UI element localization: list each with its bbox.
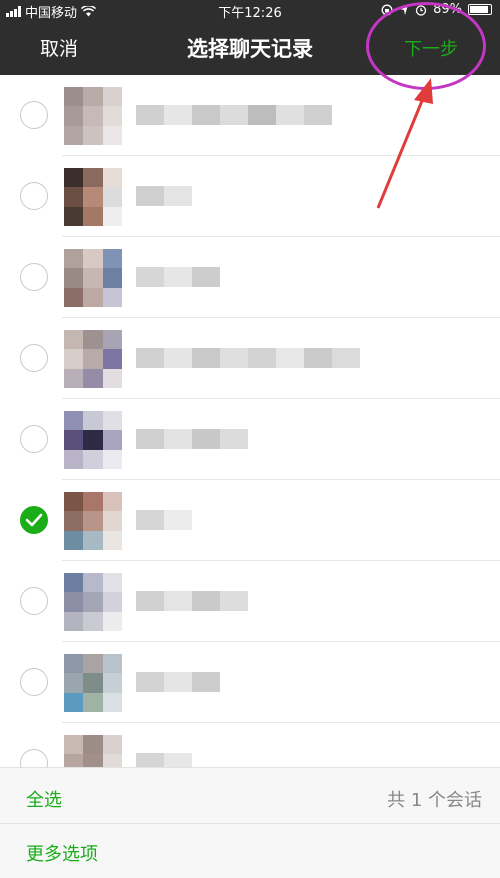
more-options-button[interactable]: 更多选项	[26, 840, 98, 866]
chat-row[interactable]	[0, 237, 500, 318]
chat-name-blurred	[136, 267, 220, 287]
avatar	[64, 168, 122, 226]
chat-row[interactable]	[0, 561, 500, 642]
orientation-lock-icon	[381, 4, 393, 15]
chat-row[interactable]	[0, 642, 500, 723]
radio-button[interactable]	[20, 263, 48, 291]
battery-percent: 89%	[433, 2, 462, 17]
chat-row[interactable]	[0, 318, 500, 399]
status-bar: 中国移动 下午12:26 89%	[0, 0, 500, 21]
alarm-icon	[415, 4, 427, 16]
chat-name-blurred	[136, 429, 248, 449]
select-all-button[interactable]: 全选	[26, 786, 62, 812]
radio-button[interactable]	[20, 425, 48, 453]
avatar	[64, 330, 122, 388]
battery-icon	[468, 4, 492, 15]
chat-name-blurred	[136, 186, 192, 206]
divider	[0, 823, 500, 824]
top-bar: 中国移动 下午12:26 89% 取消 选择聊天记录 下一步	[0, 0, 500, 75]
bottom-bar: 全选 共 1 个会话 更多选项	[0, 767, 500, 878]
radio-button[interactable]	[20, 587, 48, 615]
chat-row[interactable]	[0, 75, 500, 156]
radio-button[interactable]	[20, 344, 48, 372]
radio-button[interactable]	[20, 101, 48, 129]
chat-name-blurred	[136, 753, 192, 767]
avatar	[64, 411, 122, 469]
chat-name-blurred	[136, 672, 220, 692]
chat-name-blurred	[136, 105, 332, 125]
avatar	[64, 573, 122, 631]
radio-button[interactable]	[20, 749, 48, 767]
selected-count: 共 1 个会话	[387, 790, 482, 811]
chat-list	[0, 75, 500, 767]
avatar	[64, 654, 122, 712]
avatar	[64, 735, 122, 767]
chat-row[interactable]	[0, 723, 500, 767]
chat-name-blurred	[136, 510, 192, 530]
avatar	[64, 492, 122, 550]
radio-button[interactable]	[20, 182, 48, 210]
radio-button[interactable]	[20, 668, 48, 696]
avatar	[64, 249, 122, 307]
avatar	[64, 87, 122, 145]
location-icon	[400, 4, 409, 15]
checked-radio-icon[interactable]	[20, 506, 48, 534]
chat-name-blurred	[136, 348, 360, 368]
chat-row[interactable]	[0, 399, 500, 480]
chat-name-blurred	[136, 591, 248, 611]
chat-row[interactable]	[0, 480, 500, 561]
chat-row[interactable]	[0, 156, 500, 237]
next-button[interactable]: 下一步	[404, 35, 458, 61]
